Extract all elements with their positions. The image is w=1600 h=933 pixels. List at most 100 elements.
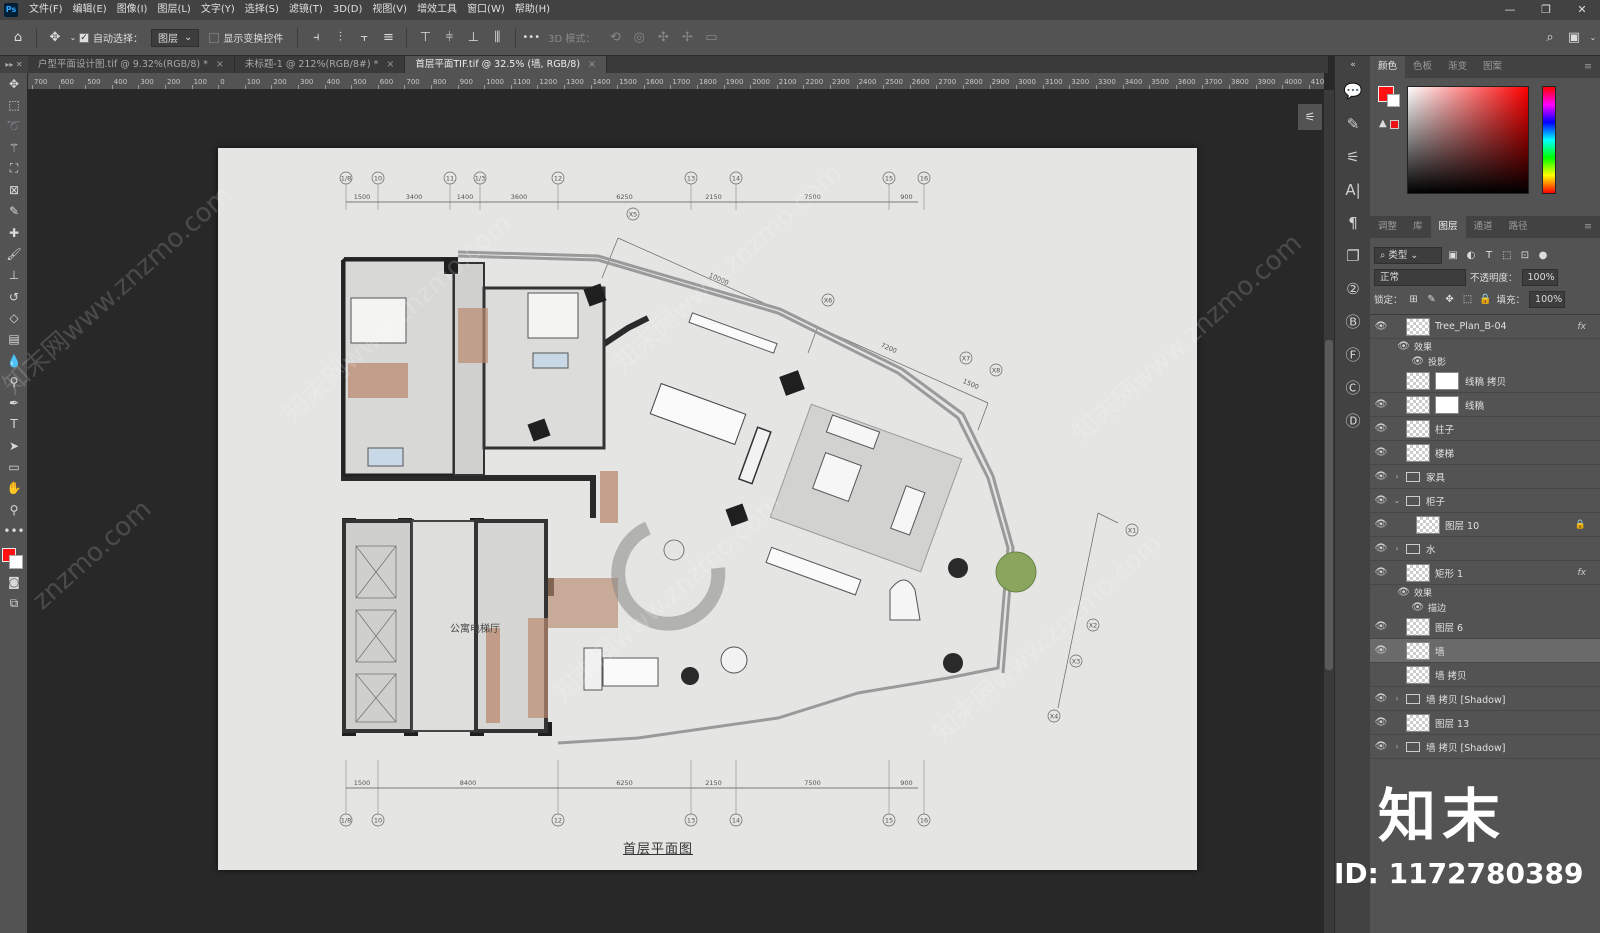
- close-icon[interactable]: ×: [216, 56, 224, 73]
- layer-row[interactable]: 👁 投影: [1370, 354, 1600, 369]
- chevron-down-icon[interactable]: ⌄: [1586, 26, 1600, 50]
- menu-item[interactable]: 选择(S): [240, 0, 284, 20]
- eye-icon[interactable]: 👁: [1370, 587, 1414, 598]
- layer-row[interactable]: 👁 › 墙 拷贝 [Shadow]: [1370, 687, 1600, 711]
- fx-icon[interactable]: fx: [1578, 568, 1587, 578]
- layer-row[interactable]: 👁 Tree_Plan_B-04 fx: [1370, 315, 1600, 339]
- tab-layers[interactable]: 图层: [1430, 216, 1466, 238]
- search-icon[interactable]: ⌕: [1538, 26, 1562, 50]
- layer-row[interactable]: 👁 ⌄ 柜子: [1370, 489, 1600, 513]
- comments-icon[interactable]: 💬: [1335, 74, 1371, 107]
- tab-gradients[interactable]: 渐变: [1440, 56, 1475, 78]
- more-tools-icon[interactable]: •••: [0, 520, 28, 541]
- magic-wand-icon[interactable]: ⚚: [0, 137, 28, 158]
- brush-tool-icon[interactable]: 🖌: [0, 243, 28, 264]
- eye-icon[interactable]: 👁: [1370, 741, 1392, 752]
- eye-icon[interactable]: 👁: [1370, 621, 1392, 632]
- paragraph-icon[interactable]: ¶: [1335, 206, 1371, 239]
- blend-mode-dropdown[interactable]: 正常: [1374, 268, 1466, 286]
- align-middle-icon[interactable]: ⫩: [437, 26, 461, 50]
- tab-color[interactable]: 颜色: [1370, 56, 1406, 78]
- eye-icon[interactable]: 👁: [1370, 375, 1392, 386]
- layer-row[interactable]: 👁 › 水: [1370, 537, 1600, 561]
- plugin-b-icon[interactable]: Ⓑ: [1335, 305, 1371, 338]
- path-select-icon[interactable]: ➤: [0, 435, 28, 456]
- layer-row[interactable]: 👁 图层 6: [1370, 615, 1600, 639]
- lock-transparent-icon[interactable]: ⊞: [1407, 294, 1421, 305]
- eye-icon[interactable]: 👁: [1370, 567, 1392, 578]
- eye-icon[interactable]: 👁: [1370, 519, 1392, 530]
- layer-row[interactable]: 👁 线稿: [1370, 393, 1600, 417]
- adjustments-icon[interactable]: ⚟: [1335, 140, 1371, 173]
- menu-item[interactable]: 视图(V): [367, 0, 412, 20]
- layer-row[interactable]: 👁 线稿 拷贝: [1370, 369, 1600, 393]
- chevron-down-icon[interactable]: ⌄: [67, 26, 79, 50]
- filter-shape-icon[interactable]: ⬚: [1500, 250, 1514, 261]
- floor-plan-document[interactable]: 1/8 10 11 1/3 12 13 14 15 16 1/8 10 12 13 14 15 16 1500 3…: [218, 148, 1308, 870]
- eye-icon[interactable]: 👁: [1370, 341, 1414, 352]
- tab-document-2[interactable]: 未标题-1 @ 212%(RGB/8#) * ×: [235, 56, 406, 73]
- distribute-icon[interactable]: ≡: [376, 26, 400, 50]
- more-options-button[interactable]: •••: [522, 32, 540, 43]
- eye-icon[interactable]: 👁: [1370, 543, 1392, 554]
- tab-swatches[interactable]: 色板: [1405, 56, 1440, 78]
- eye-icon[interactable]: 👁: [1370, 471, 1392, 482]
- menu-item[interactable]: 文字(Y): [196, 0, 240, 20]
- menu-item[interactable]: 图层(L): [152, 0, 195, 20]
- gamut-swatch[interactable]: [1390, 120, 1399, 129]
- eye-icon[interactable]: 👁: [1370, 423, 1392, 434]
- distribute-vertical-icon[interactable]: ⫼: [485, 26, 509, 50]
- menu-item[interactable]: 3D(D): [328, 0, 368, 20]
- hue-slider[interactable]: [1542, 86, 1556, 194]
- plugin-f-icon[interactable]: Ⓕ: [1335, 338, 1371, 371]
- zoom-tool-icon[interactable]: ⚲: [0, 499, 28, 520]
- menu-item[interactable]: 图像(I): [112, 0, 153, 20]
- menu-item[interactable]: 增效工具: [412, 0, 462, 20]
- auto-select-checkbox[interactable]: ✓: [79, 32, 89, 43]
- character-icon[interactable]: A|: [1335, 173, 1371, 206]
- layer-row[interactable]: 👁 矩形 1 fx: [1370, 561, 1600, 585]
- align-bottom-icon[interactable]: ⊥: [461, 26, 485, 50]
- eyedropper-icon[interactable]: ✎: [0, 201, 28, 222]
- layer-row[interactable]: 👁 图层 10 🔒: [1370, 513, 1600, 537]
- eye-icon[interactable]: 👁: [1370, 399, 1392, 410]
- eraser-tool-icon[interactable]: ◇: [0, 307, 28, 328]
- hand-tool-icon[interactable]: ✋: [0, 478, 28, 499]
- tab-adjustments[interactable]: 调整: [1370, 216, 1405, 238]
- stamp-tool-icon[interactable]: ⊥: [0, 265, 28, 286]
- layer-row[interactable]: 👁 描边: [1370, 600, 1600, 615]
- move-tool-icon[interactable]: ✥: [0, 73, 28, 94]
- tab-document-3[interactable]: 首层平面TIF.tif @ 32.5% (墙, RGB/8) ×: [405, 56, 607, 73]
- home-icon[interactable]: ⌂: [6, 26, 30, 50]
- restore-button[interactable]: ❐: [1528, 0, 1564, 20]
- layer-row[interactable]: 👁 楼梯: [1370, 441, 1600, 465]
- auto-select-dropdown[interactable]: 图层 ⌄: [151, 28, 200, 47]
- lock-position-icon[interactable]: ✥: [1443, 294, 1457, 305]
- frame-tool-icon[interactable]: ⊠: [0, 179, 28, 200]
- plugin-2-icon[interactable]: ②: [1335, 272, 1371, 305]
- tab-patterns[interactable]: 图案: [1475, 56, 1510, 78]
- chevron-icon[interactable]: ›: [1392, 472, 1402, 481]
- align-center-icon[interactable]: ⫶: [328, 26, 352, 50]
- filter-smart-icon[interactable]: ⊡: [1518, 250, 1532, 261]
- color-swatches[interactable]: [0, 542, 28, 572]
- screen-mode-icon[interactable]: ⧉: [0, 593, 28, 614]
- saturation-field[interactable]: [1407, 86, 1529, 194]
- layer-row[interactable]: 👁 › 家具: [1370, 465, 1600, 489]
- eye-icon[interactable]: 👁: [1370, 356, 1428, 367]
- vertical-scrollbar[interactable]: [1324, 90, 1334, 933]
- close-icon[interactable]: ×: [386, 56, 394, 73]
- eye-icon[interactable]: 👁: [1370, 495, 1392, 506]
- marquee-tool-icon[interactable]: ⬚: [0, 94, 28, 115]
- background-color[interactable]: [9, 554, 23, 569]
- layer-row[interactable]: 👁 效果: [1370, 585, 1600, 600]
- properties-mini-icon[interactable]: ⚟: [1298, 104, 1322, 130]
- canvas-area[interactable]: 1/8 10 11 1/3 12 13 14 15 16 1/8 10 12 13 14 15 16 1500 3…: [0, 90, 1324, 933]
- crop-tool-icon[interactable]: ⛶: [0, 158, 28, 179]
- layer-row[interactable]: 👁 › 墙 拷贝 [Shadow]: [1370, 735, 1600, 759]
- align-left-icon[interactable]: ⫞: [304, 26, 328, 50]
- opacity-input[interactable]: 100%: [1521, 268, 1558, 286]
- type-tool-icon[interactable]: T: [0, 414, 28, 435]
- show-transform-checkbox[interactable]: [209, 32, 220, 43]
- quick-mask-icon[interactable]: ◙: [0, 572, 28, 593]
